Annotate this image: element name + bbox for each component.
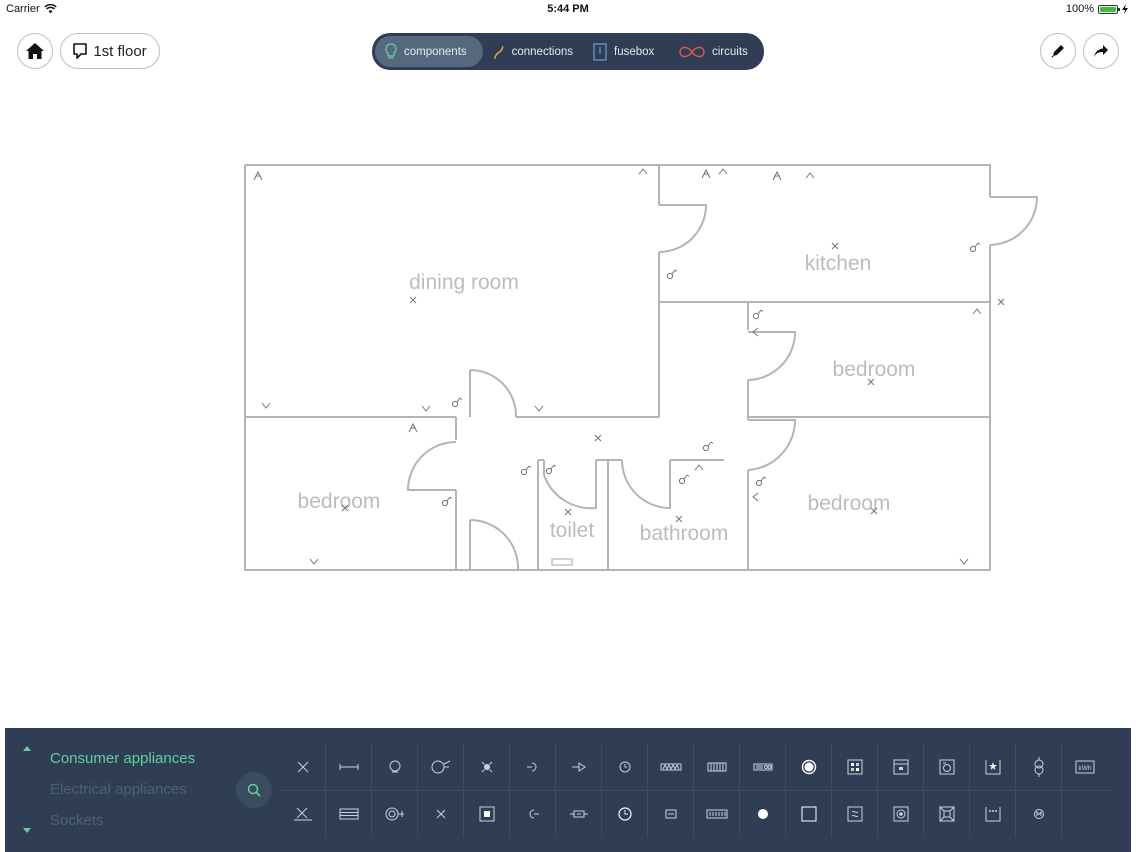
category-consumer-appliances[interactable]: Consumer appliances bbox=[50, 750, 195, 767]
room-label-bedroom-1: bedroom bbox=[833, 358, 916, 381]
component-boxed-spot[interactable] bbox=[464, 791, 510, 837]
component-outlet-left[interactable] bbox=[510, 791, 556, 837]
component-washer[interactable] bbox=[924, 744, 970, 790]
component-empty-slot bbox=[1062, 791, 1108, 837]
light-x-icon bbox=[297, 761, 308, 773]
component-dryer[interactable] bbox=[832, 791, 878, 837]
transformer-icon bbox=[1034, 757, 1043, 777]
component-keyboard-unit[interactable] bbox=[694, 791, 740, 837]
dryer-icon bbox=[847, 806, 862, 822]
wall-light-icon bbox=[293, 807, 312, 821]
component-crossed-box[interactable] bbox=[924, 791, 970, 837]
component-clock[interactable] bbox=[602, 744, 648, 790]
lamp-icon bbox=[389, 760, 400, 773]
dot-light-icon bbox=[757, 809, 768, 819]
dishwasher-icon bbox=[893, 806, 908, 822]
room-label-kitchen: kitchen bbox=[805, 252, 872, 275]
category-sockets[interactable]: Sockets bbox=[50, 812, 103, 829]
category-up-arrow[interactable] bbox=[23, 746, 31, 751]
motor-icon bbox=[1033, 809, 1044, 819]
floor-plan-canvas[interactable]: dining room kitchen bedroom bedroom bedr… bbox=[0, 0, 1136, 852]
category-electrical-appliances[interactable]: Electrical appliances bbox=[50, 781, 187, 798]
component-light-x[interactable] bbox=[280, 744, 326, 790]
component-dot-light[interactable] bbox=[740, 791, 786, 837]
timer-icon bbox=[617, 807, 632, 821]
outlet-left-icon bbox=[529, 809, 539, 819]
component-star-box[interactable] bbox=[970, 744, 1016, 790]
component-plug[interactable] bbox=[556, 791, 602, 837]
component-transformer[interactable] bbox=[1016, 744, 1062, 790]
component-radiator[interactable] bbox=[694, 744, 740, 790]
clock-icon bbox=[619, 761, 630, 773]
small-x-icon bbox=[436, 809, 445, 819]
kwh-meter-icon: kWh bbox=[1075, 760, 1095, 774]
empty-box-icon bbox=[801, 806, 816, 822]
oven-icon bbox=[893, 759, 908, 775]
component-small-panel[interactable] bbox=[648, 791, 694, 837]
dimmer-lamp-icon bbox=[431, 760, 450, 774]
component-outlet-right[interactable] bbox=[510, 744, 556, 790]
pull-lamp-icon bbox=[385, 807, 404, 821]
room-labels: dining room kitchen bedroom bedroom bedr… bbox=[298, 252, 916, 545]
dots-box-icon bbox=[985, 807, 1000, 822]
component-oven[interactable] bbox=[878, 744, 924, 790]
room-label-bedroom-3: bedroom bbox=[808, 492, 891, 515]
component-motor[interactable] bbox=[1016, 791, 1062, 837]
room-label-bathroom: bathroom bbox=[640, 522, 729, 545]
component-dishwasher[interactable] bbox=[878, 791, 924, 837]
fluorescent-tube-icon bbox=[339, 764, 358, 770]
component-fluorescent[interactable] bbox=[326, 744, 372, 790]
room-label-toilet: toilet bbox=[550, 519, 595, 542]
component-stove[interactable] bbox=[740, 744, 786, 790]
kwh-text: kWh bbox=[1079, 765, 1092, 772]
double-tube-icon bbox=[339, 808, 358, 820]
component-timer[interactable] bbox=[602, 791, 648, 837]
category-down-arrow[interactable] bbox=[23, 828, 31, 833]
search-icon bbox=[247, 783, 261, 797]
keypad-unit-icon bbox=[706, 809, 727, 819]
component-ring-light[interactable] bbox=[786, 744, 832, 790]
component-arrow-outlet[interactable] bbox=[556, 744, 602, 790]
small-panel-icon bbox=[665, 809, 676, 819]
component-heater[interactable] bbox=[648, 744, 694, 790]
star-box-icon bbox=[985, 760, 1000, 775]
component-dimmer-lamp[interactable] bbox=[418, 744, 464, 790]
component-spot[interactable] bbox=[464, 744, 510, 790]
component-palette: Consumer appliances Electrical appliance… bbox=[5, 728, 1131, 852]
palette-search-button[interactable] bbox=[236, 772, 272, 808]
washer-icon bbox=[939, 759, 954, 775]
component-dots-box[interactable] bbox=[970, 791, 1016, 837]
component-quad-box[interactable] bbox=[832, 744, 878, 790]
stove-icon bbox=[753, 763, 772, 771]
crossed-box-icon bbox=[939, 806, 954, 822]
component-double-fluorescent[interactable] bbox=[326, 791, 372, 837]
outlet-right-icon bbox=[526, 762, 536, 772]
plug-icon bbox=[569, 810, 588, 818]
component-small-x[interactable] bbox=[418, 791, 464, 837]
quad-box-icon bbox=[847, 759, 862, 775]
room-label-dining: dining room bbox=[409, 271, 519, 294]
boxed-spot-icon bbox=[479, 806, 494, 822]
ring-light-icon bbox=[801, 759, 816, 775]
heater-icon bbox=[660, 763, 681, 771]
component-empty-box[interactable] bbox=[786, 791, 832, 837]
component-lamp[interactable] bbox=[372, 744, 418, 790]
component-light-x-wall[interactable] bbox=[280, 791, 326, 837]
component-lamp-pull[interactable] bbox=[372, 791, 418, 837]
arrow-outlet-icon bbox=[571, 762, 586, 772]
component-kwh-meter[interactable]: kWh bbox=[1062, 744, 1108, 790]
radiator-icon bbox=[707, 762, 726, 772]
room-label-bedroom-2: bedroom bbox=[298, 490, 381, 513]
spotlight-icon bbox=[481, 761, 492, 773]
